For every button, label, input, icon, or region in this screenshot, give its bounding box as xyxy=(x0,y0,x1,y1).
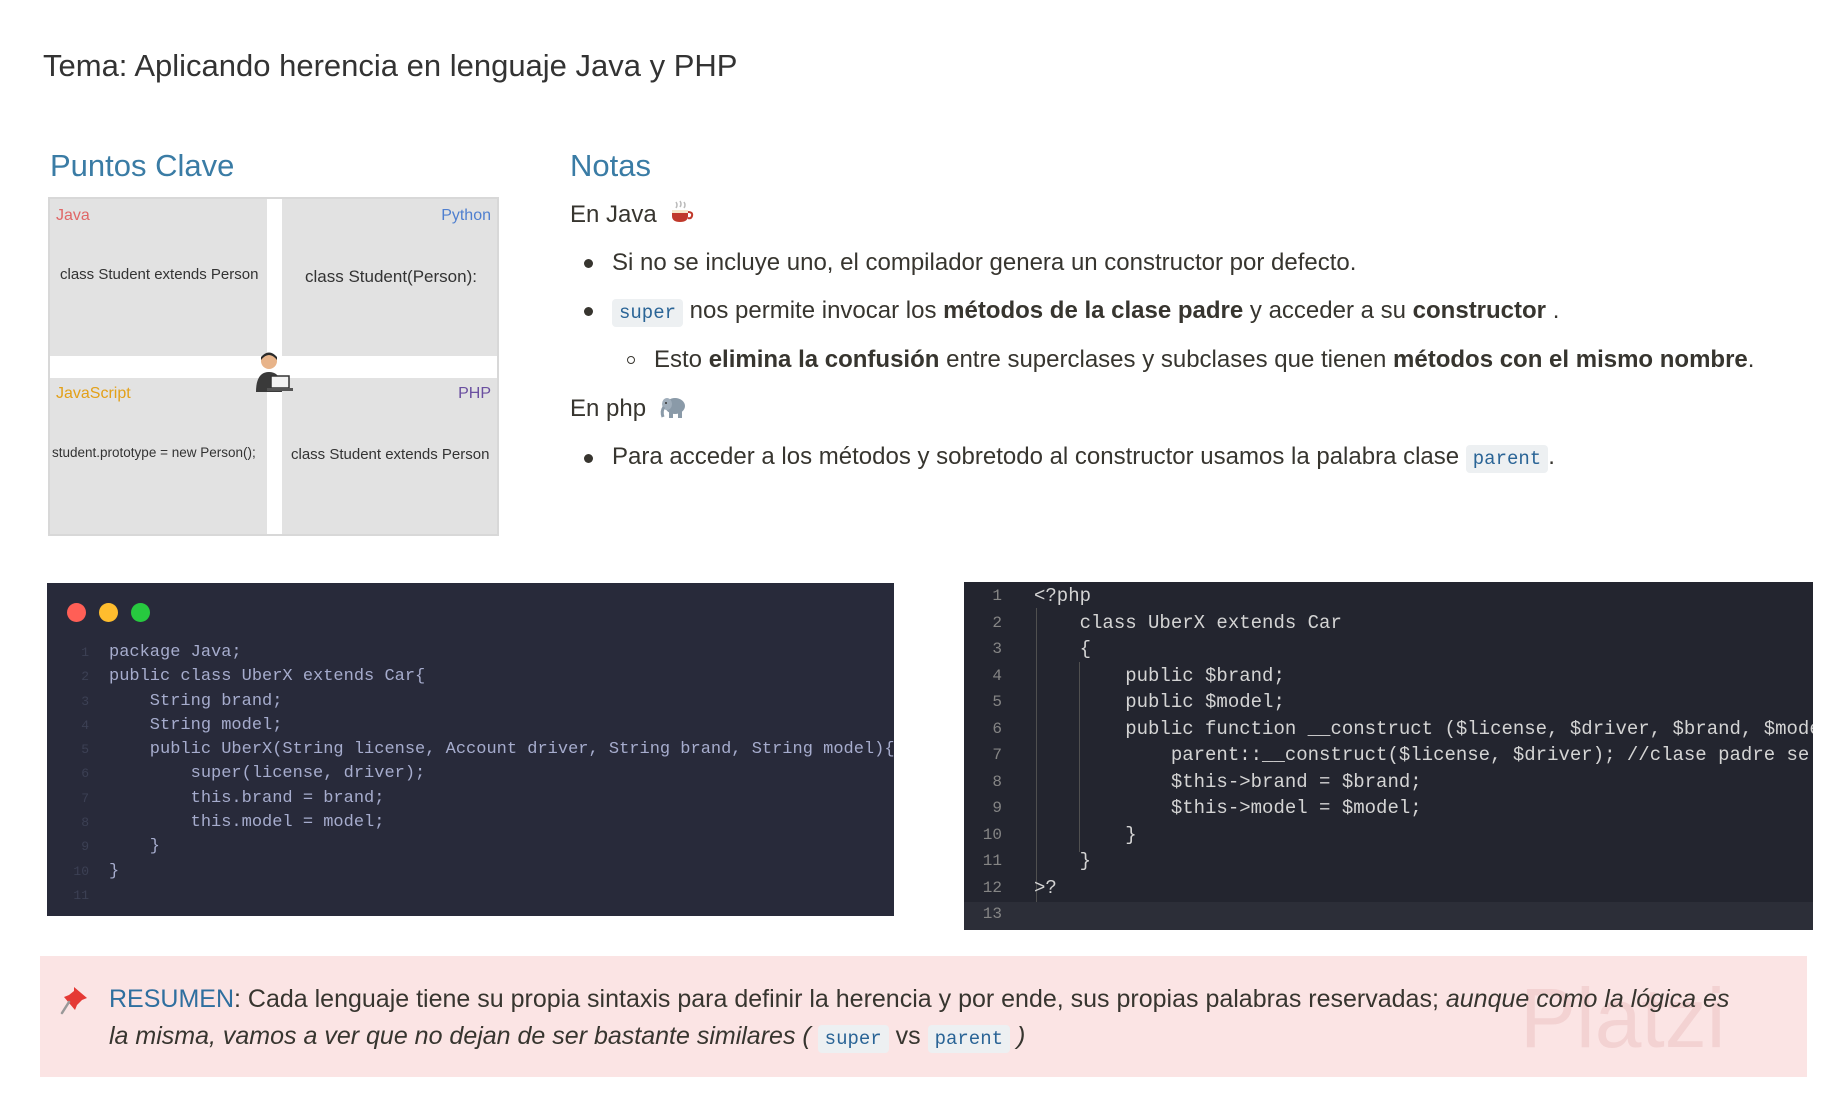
pushpin-icon xyxy=(60,987,87,1015)
code-line: String model; xyxy=(109,715,283,735)
code-line: String brand; xyxy=(109,691,283,711)
elephant-icon xyxy=(659,395,687,426)
window-maximize-dot xyxy=(131,603,150,622)
javascript-label: JavaScript xyxy=(56,385,131,402)
java-bullet-1: Si no se incluye uno, el compilador gene… xyxy=(612,249,1357,276)
javascript-diagram-code: student.prototype = new Person(); xyxy=(52,445,256,460)
php-label: PHP xyxy=(458,385,491,402)
code-line: <?php xyxy=(1034,585,1092,607)
php-code-body: <?php class UberX extends Car { public $… xyxy=(1034,583,1813,901)
current-line-highlight xyxy=(964,902,1813,930)
java-sub-bold-1: elimina la confusión xyxy=(708,346,940,373)
code-line: { xyxy=(1034,638,1092,660)
summary-text: RESUMEN: Cada lenguaje tiene su propia s… xyxy=(109,981,1749,1058)
java-diagram-code: class Student extends Person xyxy=(60,266,259,283)
summary-label: RESUMEN xyxy=(109,985,235,1013)
java-sub-text-1: Esto xyxy=(654,346,709,373)
bullet-dot xyxy=(584,259,593,268)
java-sub-bullet: Esto elimina la confusión entre supercla… xyxy=(654,346,1754,374)
window-close-dot xyxy=(67,603,86,622)
java-bullet-2-bold-1: métodos de la clase padre xyxy=(943,297,1244,324)
key-points-heading: Puntos Clave xyxy=(50,148,235,183)
php-bullet-text-1: Para acceder a los métodos y sobretodo a… xyxy=(612,443,1466,470)
code-line: } xyxy=(1034,850,1092,872)
java-code-window: 1 2 3 4 5 6 7 8 9 10 11 package Java; public class … xyxy=(47,583,895,916)
code-line: super(license, driver); xyxy=(109,764,426,784)
code-line: public $brand; xyxy=(1034,664,1285,687)
code-line: public class UberX extends Car{ xyxy=(109,667,426,687)
php-code-window: 1 2 3 4 5 6 7 8 9 10 11 12 13 <?php class UberX exte… xyxy=(964,582,1813,930)
java-bullet-2-bold-2: constructor xyxy=(1412,297,1547,324)
java-sub-text-2: entre superclases y subclases que tienen xyxy=(939,346,1394,373)
code-line: class UberX extends Car xyxy=(1034,611,1342,634)
java-bullet-2-text-3: . xyxy=(1546,297,1560,324)
java-bullet-2-text-2: y acceder a su xyxy=(1243,297,1413,324)
php-title-text: En php xyxy=(570,395,647,422)
java-title-text: En Java xyxy=(570,201,657,228)
person-with-laptop-icon xyxy=(256,352,293,392)
php-bullet-text-2: . xyxy=(1548,443,1555,470)
code-line: $this->brand = $brand; xyxy=(1034,770,1422,793)
code-line: >? xyxy=(1034,876,1057,899)
window-minimize-dot xyxy=(99,603,118,622)
coffee-icon xyxy=(669,200,695,231)
python-diagram-code: class Student(Person): xyxy=(305,267,477,286)
java-bullet-2-text-1: nos permite invocar los xyxy=(683,297,944,324)
inheritance-diagram: Java class Student extends Person Python… xyxy=(48,197,499,536)
java-sub-text-3: . xyxy=(1747,346,1755,373)
php-line-numbers: 1 2 3 4 5 6 7 8 9 10 11 12 13 xyxy=(982,587,1002,923)
notes-heading: Notas xyxy=(570,148,651,183)
bullet-dot xyxy=(584,307,593,316)
super-keyword-code: super xyxy=(612,299,684,327)
java-label: Java xyxy=(56,207,90,224)
code-line: this.brand = brand; xyxy=(109,788,385,808)
code-line: public function __construct ($license, $… xyxy=(1034,717,1813,740)
java-line-numbers: 1 2 3 4 5 6 7 8 9 10 11 xyxy=(73,645,89,903)
code-line: } xyxy=(1034,823,1137,846)
php-title: En php xyxy=(570,395,687,426)
parent-keyword-code: parent xyxy=(927,1025,1011,1053)
summary-end: ) xyxy=(1016,1022,1026,1050)
code-line: public $model; xyxy=(1034,691,1285,713)
parent-keyword-code: parent xyxy=(1465,445,1549,473)
php-bullet-1: Para acceder a los métodos y sobretodo a… xyxy=(612,443,1555,473)
code-line: public UberX(String license, Account dri… xyxy=(109,740,895,760)
java-sub-bold-2: métodos con el mismo nombre xyxy=(1393,346,1748,373)
code-line: this.model = model; xyxy=(109,813,385,833)
java-title: En Java xyxy=(570,200,695,231)
java-code-body: package Java; public class UberX extends … xyxy=(109,641,895,884)
bullet-dot xyxy=(584,454,593,463)
sub-bullet-circle xyxy=(627,356,635,364)
summary-body: : Cada lenguaje tiene su propia sintaxis… xyxy=(234,985,1446,1013)
super-keyword-code: super xyxy=(817,1025,889,1053)
code-line: } xyxy=(109,837,161,857)
php-diagram-code: class Student extends Person xyxy=(291,446,490,463)
code-line: $this->model = $model; xyxy=(1034,797,1422,819)
code-line: parent::__construct($license, $driver); … xyxy=(1034,744,1813,766)
page-title: Tema: Aplicando herencia en lenguaje Jav… xyxy=(43,48,738,83)
summary-vs: vs xyxy=(888,1022,928,1050)
code-line: package Java; xyxy=(109,643,242,662)
java-bullet-2: super nos permite invocar los métodos de… xyxy=(612,297,1560,327)
code-line: } xyxy=(109,861,120,881)
python-label: Python xyxy=(441,207,491,224)
summary-callout: Platzi RESUMEN: Cada lenguaje tiene su p… xyxy=(40,956,1807,1077)
